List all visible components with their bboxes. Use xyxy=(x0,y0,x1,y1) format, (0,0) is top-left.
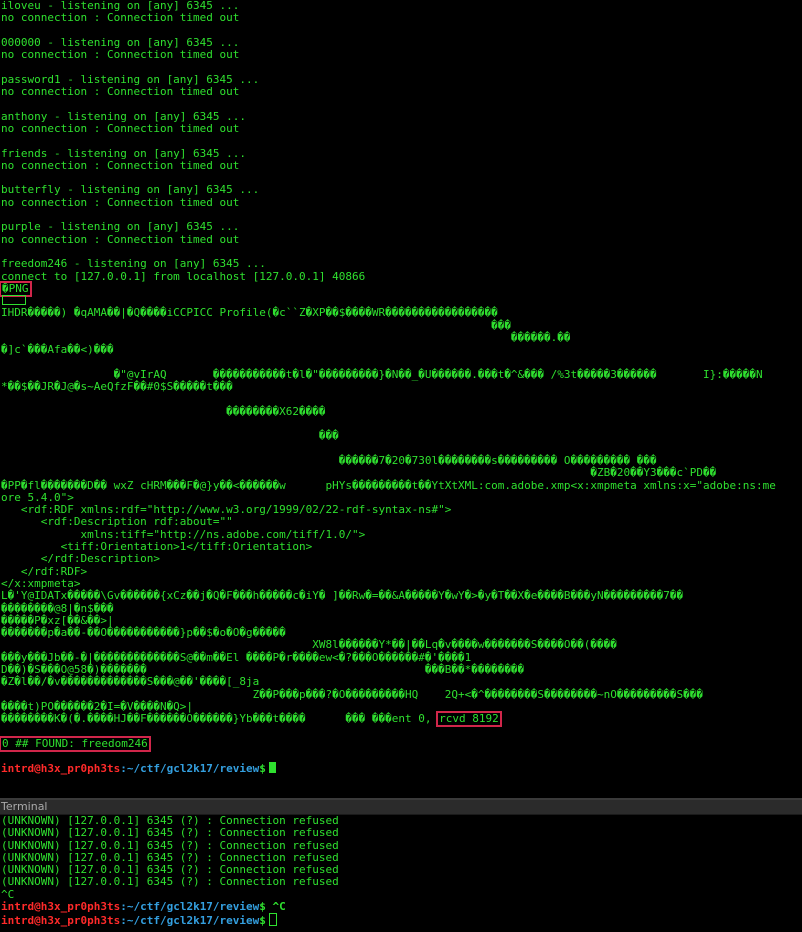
prompt-path: :~/ctf/gcl2k17/review xyxy=(120,900,260,914)
timeout-line: no connection : Connection timed out xyxy=(1,85,240,99)
binary-line: ��������X62���� xyxy=(1,404,326,418)
binary-line: </rdf:Description> xyxy=(1,552,160,566)
listen-line: friends - listening on [any] 6345 ... xyxy=(1,146,247,160)
timeout-line: no connection : Connection timed out xyxy=(1,48,240,62)
prompt-symbol: $ xyxy=(259,762,266,776)
cursor-block xyxy=(268,762,276,774)
timeout-line: no connection : Connection timed out xyxy=(1,195,240,209)
binary-line: �]c`���Afa��<)��� xyxy=(1,343,114,357)
connect-line: connect to [127.0.0.1] from localhost [1… xyxy=(1,269,366,283)
binary-last-line: ��������K�(�.����HJ��F������O������}Yb��… xyxy=(1,711,502,728)
listen-line: butterfly - listening on [any] 6345 ... xyxy=(1,183,260,197)
binary-glyph xyxy=(2,295,26,306)
terminal-title-bar: Terminal xyxy=(0,800,802,815)
binary-dump: IHDR�����) �qAMA��|�Q����iCCPICC Profile… xyxy=(0,307,802,713)
bottom-terminal-pane[interactable]: Terminal (UNKNOWN) [127.0.0.1] 6345 (?) … xyxy=(0,800,802,932)
shell-prompt[interactable]: intrd@h3x_pr0ph3ts:~/ctf/gcl2k17/review$ xyxy=(0,762,802,776)
prompt-path: :~/ctf/gcl2k17/review xyxy=(120,914,260,928)
timeout-line: no connection : Connection timed out xyxy=(1,121,240,135)
binary-line: ��������@8|�n$��� xyxy=(1,601,114,615)
found-listen-line: freedom246 - listening on [any] 6345 ... xyxy=(1,257,266,271)
refused-line: (UNKNOWN) [127.0.0.1] 6345 (?) : Connect… xyxy=(1,826,339,840)
binary-line: L�'Y@IDATx�����\Gv������{xCz��j�Q�F���h�… xyxy=(1,589,684,603)
found-password-highlight: 0 ## FOUND: freedom246 xyxy=(0,735,151,752)
png-marker-highlight: �PNG xyxy=(0,280,32,297)
binary-line: �Z�l��/�v�������������S���@��'����[_8ja xyxy=(1,675,260,689)
timeout-line: no connection : Connection timed out xyxy=(1,158,240,172)
connection-attempts-list: iloveu - listening on [any] 6345 ... no c… xyxy=(0,0,802,258)
binary-line: �PP�fl�������D�� wxZ cHRM���F�@}y��<����… xyxy=(1,478,776,492)
binary-line: �ZB�20��Y3���c`PD�� xyxy=(1,466,717,480)
binary-line: IHDR�����) �qAMA��|�Q����iCCPICC Profile… xyxy=(1,306,498,320)
cursor-hollow xyxy=(268,913,277,927)
prompt-user: intrd@h3x_pr0ph3ts xyxy=(1,914,121,928)
prompt-user: intrd@h3x_pr0ph3ts xyxy=(1,900,121,914)
timeout-line: no connection : Connection timed out xyxy=(1,232,240,246)
binary-line: ��� xyxy=(1,429,339,443)
top-terminal-pane[interactable]: iloveu - listening on [any] 6345 ... no c… xyxy=(0,0,802,798)
rcvd-highlight: rcvd 8192 xyxy=(436,711,502,728)
binary-line: XW8l������Y*��|��Lq�v����w�������S����O�… xyxy=(1,638,617,652)
prompt-path: :~/ctf/gcl2k17/review xyxy=(120,762,260,776)
binary-line: ������.�� xyxy=(1,331,571,345)
refused-lines: (UNKNOWN) [127.0.0.1] 6345 (?) : Connect… xyxy=(0,814,802,889)
shell-prompt-1: intrd@h3x_pr0ph3ts:~/ctf/gcl2k17/review$… xyxy=(0,900,802,914)
binary-line xyxy=(0,394,802,406)
prompt-command: $ ^C xyxy=(259,900,286,914)
prompt-symbol: $ xyxy=(259,914,266,928)
refused-line: (UNKNOWN) [127.0.0.1] 6345 (?) : Connect… xyxy=(1,875,339,889)
shell-prompt-2[interactable]: intrd@h3x_pr0ph3ts:~/ctf/gcl2k17/review$ xyxy=(0,913,802,928)
listen-line: purple - listening on [any] 6345 ... xyxy=(1,220,240,234)
binary-line: </rdf:RDF> xyxy=(1,564,88,578)
prompt-user: intrd@h3x_pr0ph3ts xyxy=(1,762,121,776)
timeout-line: no connection : Connection timed out xyxy=(1,11,240,25)
binary-line: *��$��JR�J@�s~AeQfzF��#0$S�����t��� xyxy=(1,380,233,394)
binary-line: <rdf:Description rdf:about="" xyxy=(1,515,233,529)
